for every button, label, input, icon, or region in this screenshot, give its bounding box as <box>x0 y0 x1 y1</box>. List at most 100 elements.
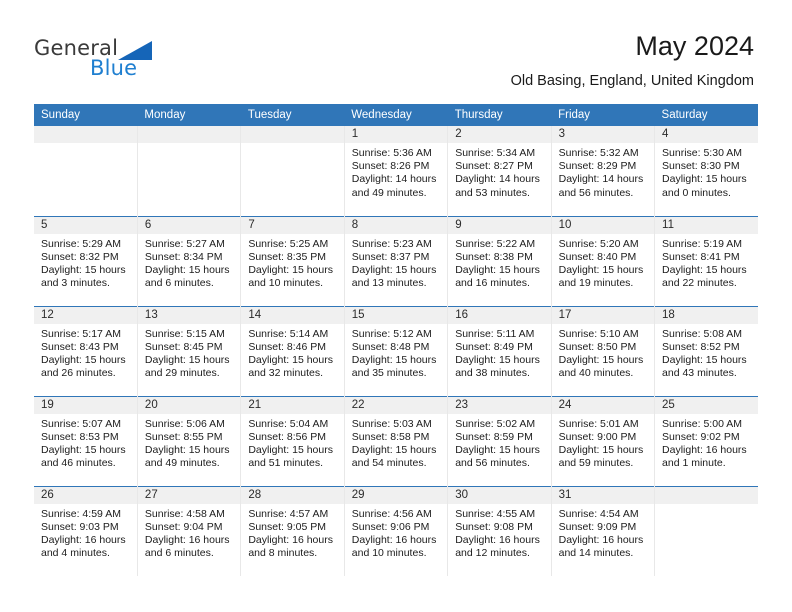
daylight-text-line1: Daylight: 15 hours <box>41 443 126 456</box>
sunrise-text: Sunrise: 5:03 AM <box>351 417 432 430</box>
day-details: Sunrise: 5:32 AM Sunset: 8:29 PM Daylight:… <box>552 143 654 200</box>
day-number: 22 <box>344 396 448 414</box>
day-number: 18 <box>655 306 758 324</box>
daylight-text-line1: Daylight: 15 hours <box>248 263 333 276</box>
generalblue-logo[interactable]: General Blue <box>34 36 214 86</box>
calendar-day-cell[interactable]: 31 Sunrise: 4:54 AM Sunset: 9:09 PM Dayligh… <box>551 485 656 576</box>
calendar-day-cell[interactable]: 10 Sunrise: 5:20 AM Sunset: 8:40 PM Dayligh… <box>551 215 656 306</box>
day-number: 30 <box>448 486 551 504</box>
calendar-day-cell[interactable]: 7 Sunrise: 5:25 AM Sunset: 8:35 PM Daylight… <box>240 215 345 306</box>
sunset-text: Sunset: 8:38 PM <box>455 250 533 263</box>
daylight-text-line2: and 6 minutes. <box>144 277 214 290</box>
daylight-text-line2: and 43 minutes. <box>662 367 737 380</box>
daylight-text-line2: and 1 minute. <box>662 457 726 470</box>
sunrise-text: Sunrise: 5:22 AM <box>455 237 536 250</box>
calendar-day-cell[interactable]: 20 Sunrise: 5:06 AM Sunset: 8:55 PM Dayligh… <box>137 395 242 486</box>
calendar-day-cell[interactable]: 8 Sunrise: 5:23 AM Sunset: 8:37 PM Daylight… <box>344 215 449 306</box>
calendar-day-cell[interactable]: 3 Sunrise: 5:32 AM Sunset: 8:29 PM Daylight… <box>551 126 656 216</box>
calendar-day-cell[interactable]: 14 Sunrise: 5:14 AM Sunset: 8:46 PM Dayligh… <box>240 305 345 396</box>
day-details: Sunrise: 5:19 AM Sunset: 8:41 PM Daylight:… <box>655 234 758 291</box>
daylight-text-line1: Daylight: 15 hours <box>455 353 540 366</box>
calendar-week-row: 1 Sunrise: 5:36 AM Sunset: 8:26 PM Daylight… <box>34 126 758 216</box>
sunset-text: Sunset: 8:49 PM <box>455 340 533 353</box>
day-details: Sunrise: 5:22 AM Sunset: 8:38 PM Daylight:… <box>448 234 550 291</box>
sunset-text: Sunset: 8:34 PM <box>144 250 223 263</box>
day-details: Sunrise: 4:59 AM Sunset: 9:03 PM Daylight:… <box>34 504 137 561</box>
calendar-day-cell[interactable]: 6 Sunrise: 5:27 AM Sunset: 8:34 PM Daylight… <box>137 215 242 306</box>
day-number: 29 <box>344 486 448 504</box>
day-details: Sunrise: 5:02 AM Sunset: 8:59 PM Daylight:… <box>448 414 550 471</box>
sunset-text: Sunset: 8:58 PM <box>351 430 430 443</box>
daylight-text-line2: and 6 minutes. <box>144 547 214 560</box>
daylight-text-line2: and 4 minutes. <box>41 547 110 560</box>
day-number <box>34 126 137 143</box>
daylight-text-line2: and 49 minutes. <box>351 186 427 199</box>
daylight-text-line1: Daylight: 15 hours <box>662 353 747 366</box>
calendar-day-cell[interactable]: 26 Sunrise: 4:59 AM Sunset: 9:03 PM Dayligh… <box>34 485 138 576</box>
calendar-day-cell[interactable]: 27 Sunrise: 4:58 AM Sunset: 9:04 PM Dayligh… <box>137 485 242 576</box>
calendar-week-row: 26 Sunrise: 4:59 AM Sunset: 9:03 PM Dayligh… <box>34 485 758 576</box>
sunset-text: Sunset: 8:53 PM <box>41 430 119 443</box>
sunrise-text: Sunrise: 5:19 AM <box>662 237 742 250</box>
day-number: 16 <box>448 306 551 324</box>
sunset-text: Sunset: 8:27 PM <box>455 160 533 173</box>
calendar-day-cell[interactable]: 22 Sunrise: 5:03 AM Sunset: 8:58 PM Dayligh… <box>344 395 449 486</box>
calendar-day-cell[interactable]: 18 Sunrise: 5:08 AM Sunset: 8:52 PM Dayligh… <box>654 305 758 396</box>
sunrise-text: Sunrise: 5:20 AM <box>558 237 639 250</box>
calendar-day-cell[interactable]: 21 Sunrise: 5:04 AM Sunset: 8:56 PM Dayligh… <box>240 395 345 486</box>
calendar-day-cell[interactable]: 5 Sunrise: 5:29 AM Sunset: 8:32 PM Daylight… <box>34 215 138 306</box>
calendar-day-cell[interactable]: 23 Sunrise: 5:02 AM Sunset: 8:59 PM Dayligh… <box>447 395 552 486</box>
day-details: Sunrise: 5:36 AM Sunset: 8:26 PM Daylight:… <box>345 143 447 200</box>
sunrise-text: Sunrise: 5:32 AM <box>558 147 639 159</box>
calendar-day-cell[interactable]: 12 Sunrise: 5:17 AM Sunset: 8:43 PM Dayligh… <box>34 305 138 396</box>
calendar-day-cell[interactable]: 29 Sunrise: 4:56 AM Sunset: 9:06 PM Dayligh… <box>344 485 449 576</box>
calendar-day-cell[interactable]: 13 Sunrise: 5:15 AM Sunset: 8:45 PM Dayligh… <box>137 305 242 396</box>
daylight-text-line1: Daylight: 15 hours <box>41 353 126 366</box>
calendar-day-cell[interactable]: 2 Sunrise: 5:34 AM Sunset: 8:27 PM Daylight… <box>447 126 552 216</box>
day-number: 15 <box>344 306 448 324</box>
weekday-header-friday: Friday <box>551 104 655 126</box>
daylight-text-line2: and 10 minutes. <box>248 277 324 290</box>
day-details: Sunrise: 4:54 AM Sunset: 9:09 PM Daylight:… <box>552 504 654 561</box>
calendar-day-cell[interactable]: 19 Sunrise: 5:07 AM Sunset: 8:53 PM Dayligh… <box>34 395 138 486</box>
calendar-day-cell[interactable]: 1 Sunrise: 5:36 AM Sunset: 8:26 PM Daylight… <box>344 126 449 216</box>
calendar-day-cell[interactable]: 28 Sunrise: 4:57 AM Sunset: 9:05 PM Dayligh… <box>240 485 345 576</box>
sunrise-text: Sunrise: 5:11 AM <box>455 327 535 340</box>
day-details: Sunrise: 5:07 AM Sunset: 8:53 PM Daylight:… <box>34 414 137 471</box>
daylight-text-line1: Daylight: 15 hours <box>351 263 437 276</box>
calendar-table: Sunday Monday Tuesday Wednesday Thursday… <box>34 104 758 576</box>
day-details: Sunrise: 5:01 AM Sunset: 9:00 PM Daylight:… <box>552 414 654 471</box>
daylight-text-line2: and 29 minutes. <box>144 367 220 380</box>
sunrise-text: Sunrise: 5:23 AM <box>351 237 432 250</box>
day-details: Sunrise: 5:06 AM Sunset: 8:55 PM Daylight:… <box>138 414 240 471</box>
calendar-day-cell[interactable]: 17 Sunrise: 5:10 AM Sunset: 8:50 PM Dayligh… <box>551 305 656 396</box>
calendar-grid: Sunday Monday Tuesday Wednesday Thursday… <box>34 104 758 576</box>
day-details: Sunrise: 5:34 AM Sunset: 8:27 PM Daylight:… <box>448 143 550 200</box>
calendar-day-cell[interactable]: 11 Sunrise: 5:19 AM Sunset: 8:41 PM Dayligh… <box>654 215 758 306</box>
daylight-text-line1: Daylight: 16 hours <box>455 533 540 546</box>
calendar-day-cell[interactable]: 16 Sunrise: 5:11 AM Sunset: 8:49 PM Dayligh… <box>447 305 552 396</box>
day-number: 7 <box>241 216 344 234</box>
sunset-text: Sunset: 8:35 PM <box>248 250 326 263</box>
calendar-day-cell-empty <box>240 126 345 216</box>
calendar-day-cell[interactable]: 25 Sunrise: 5:00 AM Sunset: 9:02 PM Dayligh… <box>654 395 758 486</box>
weekday-header-thursday: Thursday <box>447 104 552 126</box>
calendar-week-row: 12 Sunrise: 5:17 AM Sunset: 8:43 PM Dayligh… <box>34 305 758 396</box>
day-number: 5 <box>34 216 137 234</box>
calendar-day-cell-empty <box>34 126 138 216</box>
calendar-day-cell[interactable]: 15 Sunrise: 5:12 AM Sunset: 8:48 PM Dayligh… <box>344 305 449 396</box>
calendar-day-cell[interactable]: 4 Sunrise: 5:30 AM Sunset: 8:30 PM Daylight… <box>654 126 758 216</box>
calendar-day-cell[interactable]: 30 Sunrise: 4:55 AM Sunset: 9:08 PM Dayligh… <box>447 485 552 576</box>
logo-text-blue: Blue <box>90 56 138 80</box>
sunset-text: Sunset: 9:04 PM <box>144 520 223 533</box>
weekday-header-tuesday: Tuesday <box>240 104 345 126</box>
sunrise-text: Sunrise: 5:30 AM <box>662 147 742 159</box>
sunset-text: Sunset: 9:09 PM <box>558 520 637 533</box>
daylight-text-line1: Daylight: 15 hours <box>455 263 540 276</box>
calendar-day-cell[interactable]: 24 Sunrise: 5:01 AM Sunset: 9:00 PM Dayligh… <box>551 395 656 486</box>
calendar-week-row: 5 Sunrise: 5:29 AM Sunset: 8:32 PM Daylight… <box>34 215 758 306</box>
calendar-body: 1 Sunrise: 5:36 AM Sunset: 8:26 PM Daylight… <box>34 126 758 576</box>
calendar-day-cell[interactable]: 9 Sunrise: 5:22 AM Sunset: 8:38 PM Daylight… <box>447 215 552 306</box>
page-title: May 2024 <box>635 31 754 61</box>
day-number <box>137 126 241 143</box>
